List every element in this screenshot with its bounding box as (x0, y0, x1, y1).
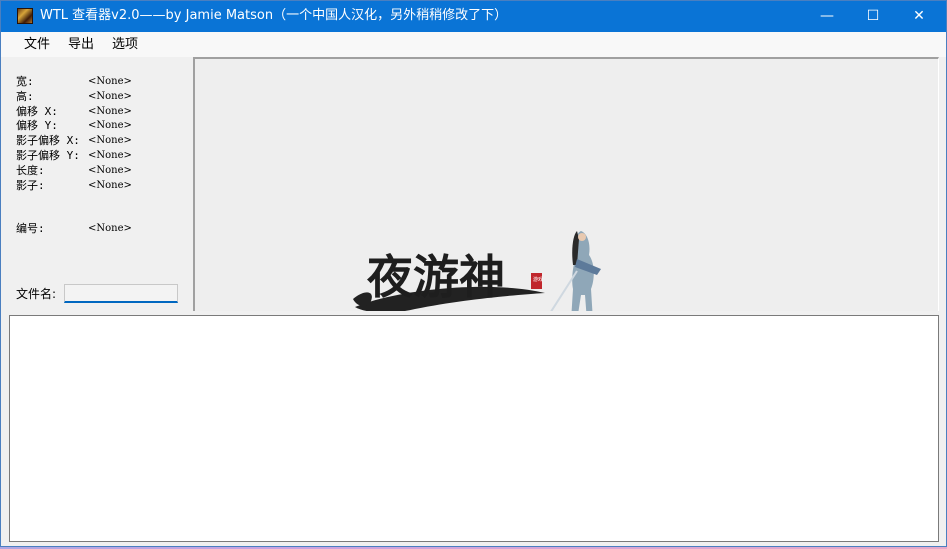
filename-input[interactable] (64, 284, 178, 303)
logo-seal-text: 游戏 (533, 276, 543, 283)
id-value: <None> (88, 223, 132, 234)
image-preview-area[interactable]: 夜游神 游戏 (193, 57, 939, 311)
property-label: 偏移 Y: (16, 119, 58, 133)
property-label: 影子: (16, 178, 45, 192)
property-value: <None> (88, 135, 132, 147)
logo-title: 夜游神 (366, 250, 505, 304)
character-figure (550, 231, 601, 311)
menu-export[interactable]: 导出 (68, 36, 94, 53)
output-area[interactable] (9, 315, 939, 542)
property-label: 偏移 X: (16, 104, 58, 118)
property-value: <None> (88, 90, 132, 102)
property-value: <None> (88, 105, 132, 117)
maximize-icon: ☐ (866, 8, 880, 24)
game-logo: 夜游神 游戏 (353, 231, 601, 311)
title-bar[interactable]: WTL 查看器v2.0——by Jamie Matson（一个中国人汉化，另外稍… (1, 1, 946, 32)
minimize-button[interactable]: — (804, 1, 850, 32)
menu-options[interactable]: 选项 (112, 36, 138, 53)
maximize-button[interactable]: ☐ (850, 1, 896, 32)
property-label: 高: (16, 89, 34, 103)
id-label: 编号: (16, 222, 45, 235)
property-id: 编号: <None> (16, 221, 186, 236)
figure-face (578, 233, 586, 241)
menu-bar: 文件 导出 选项 (1, 32, 946, 57)
window-title: WTL 查看器v2.0——by Jamie Matson（一个中国人汉化，另外稍… (40, 8, 508, 23)
filename-label: 文件名: (16, 287, 57, 301)
minimize-icon: — (820, 8, 834, 24)
close-button[interactable]: ✕ (896, 1, 942, 32)
property-label: 长度: (16, 163, 45, 177)
main-window: WTL 查看器v2.0——by Jamie Matson（一个中国人汉化，另外稍… (0, 0, 947, 547)
menu-file[interactable]: 文件 (24, 36, 50, 53)
property-label: 影子偏移 Y: (16, 148, 80, 162)
property-value: <None> (88, 164, 132, 176)
close-icon: ✕ (913, 8, 925, 24)
property-value: <None> (88, 179, 132, 191)
property-label: 影子偏移 X: (16, 134, 80, 148)
property-label: 宽: (16, 75, 34, 88)
property-value: <None> (88, 149, 132, 161)
property-value: <None> (88, 76, 132, 87)
property-value: <None> (88, 120, 132, 132)
app-icon (17, 8, 33, 24)
